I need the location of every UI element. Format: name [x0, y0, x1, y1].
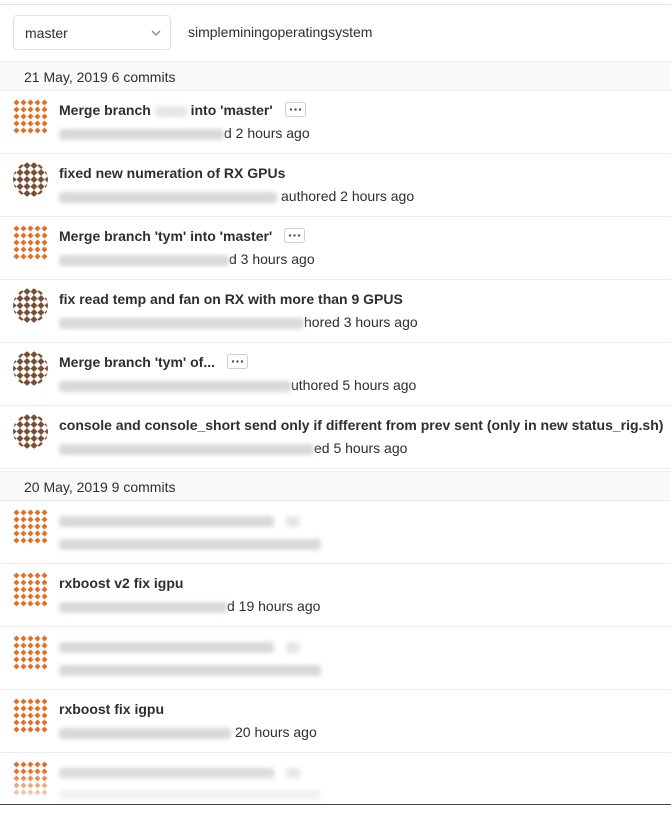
- bottom-divider: [0, 804, 671, 805]
- commit-meta: d 19 hours ago: [59, 598, 320, 614]
- commit-meta: uthored 5 hours ago: [59, 377, 416, 393]
- commit-title-link[interactable]: fixed new numeration of RX GPUs: [59, 165, 285, 181]
- brown-checker-identicon-avatar[interactable]: [13, 414, 48, 449]
- commit-title-link[interactable]: console and console_short send only if d…: [59, 417, 663, 433]
- redacted-commit-title: [59, 515, 274, 527]
- commit-title-link[interactable]: Merge branch 'tym' into 'master': [59, 227, 306, 245]
- commits-toolbar: master simpleminingoperatingsystem: [0, 14, 671, 52]
- orange-diamond-identicon-avatar[interactable]: [13, 225, 48, 260]
- commit-row[interactable]: [0, 627, 671, 690]
- expand-description-button[interactable]: [284, 227, 306, 243]
- scroll-fade-overlay: [0, 770, 671, 804]
- branch-dropdown-value: master: [25, 25, 68, 41]
- day-header-label: 21 May, 2019 6 commits: [24, 69, 176, 85]
- commit-title-link[interactable]: Merge branch 'tym' of...: [59, 353, 248, 371]
- orange-diamond-identicon-avatar[interactable]: [13, 698, 48, 733]
- more-dots-icon: [289, 108, 301, 111]
- branch-dropdown[interactable]: master: [13, 15, 171, 50]
- commit-meta: [59, 535, 321, 551]
- redacted-author: [59, 601, 227, 613]
- repository-path: simpleminingoperatingsystem: [188, 24, 373, 40]
- commit-title-link[interactable]: [59, 512, 300, 528]
- redacted-author: [59, 254, 229, 266]
- orange-diamond-identicon-avatar[interactable]: [13, 572, 48, 607]
- redacted-author-email: [59, 317, 304, 329]
- brown-checker-identicon-avatar[interactable]: [13, 162, 48, 197]
- commit-title-start: Merge branch: [59, 102, 151, 118]
- commit-meta: d 3 hours ago: [59, 251, 315, 267]
- commit-row[interactable]: console and console_short send only if d…: [0, 406, 671, 469]
- commit-row[interactable]: fix read temp and fan on RX with more th…: [0, 280, 671, 343]
- redacted-author-email: [59, 380, 291, 392]
- commit-row[interactable]: rxboost fix igpu 20 hours ago: [0, 690, 671, 753]
- commit-meta-text: 20 hours ago: [235, 724, 317, 740]
- commit-meta-text: d 19 hours ago: [227, 598, 321, 614]
- redacted-commit-title: [59, 641, 274, 653]
- commit-title-link[interactable]: fix read temp and fan on RX with more th…: [59, 291, 403, 307]
- commit-row[interactable]: Merge branch into 'master' d 2 hours ago: [0, 91, 671, 154]
- expand-description-button[interactable]: [226, 353, 248, 369]
- commit-meta: authored 2 hours ago: [59, 188, 414, 204]
- commit-title-text: Merge branch 'tym' into 'master': [59, 228, 273, 244]
- commit-meta-text: d 3 hours ago: [229, 251, 315, 267]
- top-divider: [0, 4, 671, 5]
- commit-title-link[interactable]: rxboost fix igpu: [59, 701, 164, 717]
- redacted-commit-meta: [59, 538, 321, 550]
- redacted-commit-meta: [59, 664, 321, 676]
- commit-meta: hored 3 hours ago: [59, 314, 418, 330]
- orange-diamond-identicon-avatar[interactable]: [13, 99, 48, 134]
- commit-meta: [59, 661, 321, 677]
- commit-title-text: Merge branch 'tym' of...: [59, 354, 216, 370]
- expand-description-button[interactable]: [284, 101, 306, 117]
- day-header: 21 May, 2019 6 commits: [0, 61, 671, 91]
- commit-title-link[interactable]: rxboost v2 fix igpu: [59, 575, 183, 591]
- commit-meta: d 2 hours ago: [59, 125, 310, 141]
- commit-row[interactable]: fixed new numeration of RX GPUs authored…: [0, 154, 671, 217]
- redacted-author-email: [59, 443, 314, 455]
- commit-row[interactable]: rxboost v2 fix igpu d 19 hours ago: [0, 564, 671, 627]
- commit-meta-text: hored 3 hours ago: [304, 314, 418, 330]
- brown-checker-identicon-avatar[interactable]: [13, 288, 48, 323]
- commit-row[interactable]: Merge branch 'tym' into 'master' d 3 hou…: [0, 217, 671, 280]
- commit-meta-text: d 2 hours ago: [224, 125, 310, 141]
- more-dots-icon: [231, 360, 244, 363]
- commit-title-link[interactable]: [59, 638, 300, 654]
- commit-meta: 20 hours ago: [59, 724, 317, 740]
- commit-meta-text: authored 2 hours ago: [281, 188, 415, 204]
- redacted-ellipsis-button: [285, 641, 300, 653]
- redacted-ellipsis-button: [285, 515, 300, 527]
- more-dots-icon: [288, 234, 301, 237]
- chevron-down-icon: [151, 30, 161, 36]
- brown-checker-identicon-avatar[interactable]: [13, 351, 48, 386]
- commit-row[interactable]: Merge branch 'tym' of... uthored 5 hours…: [0, 343, 671, 406]
- commit-meta-text: uthored 5 hours ago: [291, 377, 417, 393]
- commit-title-link[interactable]: Merge branch into 'master': [59, 101, 306, 119]
- commit-row[interactable]: [0, 501, 671, 564]
- redacted-author-email: [59, 191, 277, 203]
- redacted-branch-name: [154, 105, 187, 117]
- commit-title-end: into 'master': [190, 102, 273, 118]
- day-header: 20 May, 2019 9 commits: [0, 471, 671, 501]
- commit-meta: ed 5 hours ago: [59, 440, 407, 456]
- redacted-author: [59, 727, 231, 739]
- orange-diamond-identicon-avatar[interactable]: [13, 509, 48, 544]
- orange-diamond-identicon-avatar[interactable]: [13, 635, 48, 670]
- commit-meta-text: ed 5 hours ago: [314, 440, 408, 456]
- day-header-label: 20 May, 2019 9 commits: [24, 479, 176, 495]
- redacted-author: [59, 128, 224, 140]
